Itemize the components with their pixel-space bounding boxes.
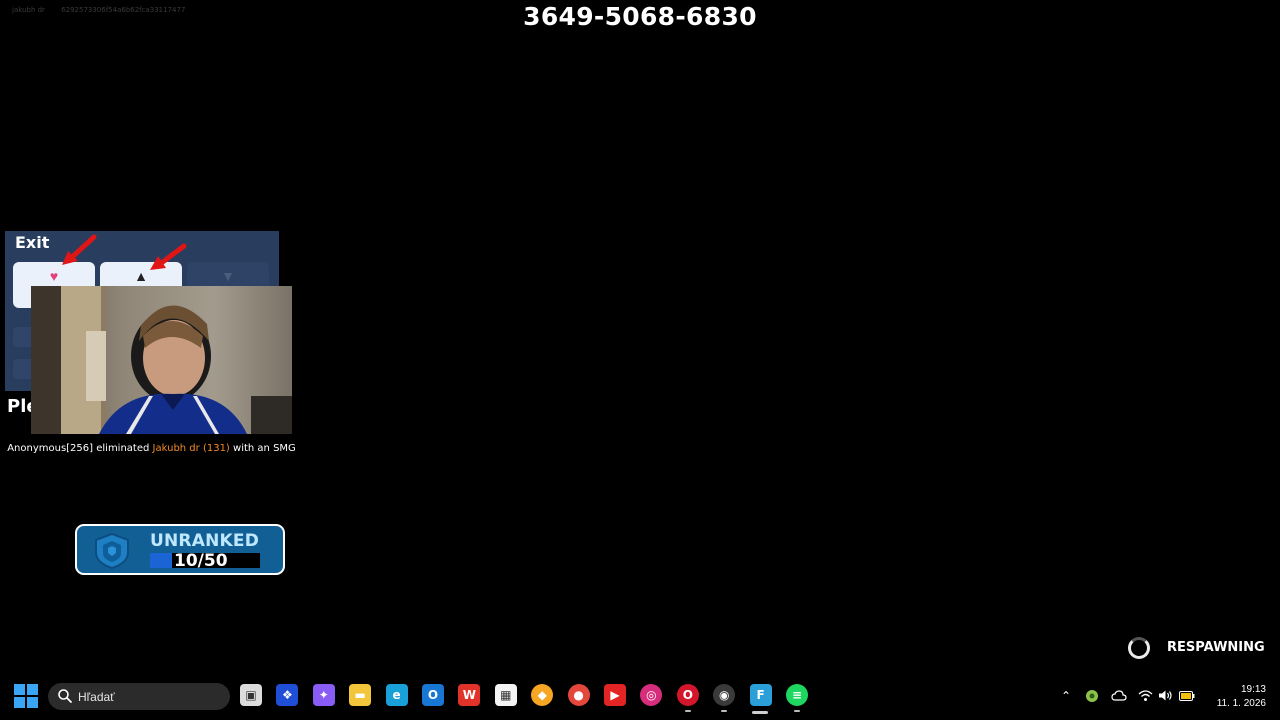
active-app-indicator xyxy=(752,711,768,714)
cloud-sync-icon[interactable] xyxy=(1111,689,1127,703)
task-view-icon[interactable]: ▣ xyxy=(240,684,262,706)
battery-icon[interactable] xyxy=(1179,691,1195,701)
thumbs-down-icon: ▼ xyxy=(221,268,235,284)
rank-label: UNRANKED xyxy=(150,531,260,551)
respawn-indicator: RESPAWNING xyxy=(1128,636,1268,659)
webcam-image xyxy=(31,286,292,434)
volume-icon[interactable] xyxy=(1158,689,1173,702)
chrome-icon[interactable]: ● xyxy=(567,684,590,706)
rank-shield-icon xyxy=(95,532,129,570)
tray-app-icon[interactable] xyxy=(1085,689,1099,703)
system-clock[interactable]: 19:13 11. 1. 2026 xyxy=(1196,683,1266,711)
red-arrow-icon xyxy=(62,234,97,265)
search-placeholder: Hľadať xyxy=(78,690,115,704)
wifi-icon[interactable] xyxy=(1138,689,1153,702)
opera-gx-icon[interactable]: O xyxy=(676,684,699,706)
running-indicator xyxy=(684,710,691,712)
kill-weapon: with an SMG xyxy=(233,443,296,454)
respawn-label: RESPAWNING xyxy=(1167,640,1265,655)
rank-progress-text: 10/50 xyxy=(174,551,228,571)
exit-button[interactable]: Exit xyxy=(15,233,49,252)
spotify-icon[interactable]: ≡ xyxy=(786,684,808,706)
wps-office-icon[interactable]: W xyxy=(458,684,481,706)
kill-feed-entry: Anonymous[256] eliminated Jakubh dr (131… xyxy=(0,443,303,454)
kill-verb: eliminated xyxy=(96,443,150,454)
fortnite-icon[interactable]: F xyxy=(749,684,772,706)
loading-spinner-icon xyxy=(1128,637,1150,659)
heart-icon: ♥ xyxy=(49,268,59,284)
edge-icon[interactable]: e xyxy=(385,684,408,706)
chevron-up-icon[interactable]: ⌃ xyxy=(1059,689,1073,703)
outlook-icon[interactable]: O xyxy=(422,684,444,706)
brave-icon[interactable]: ◆ xyxy=(531,684,554,706)
killer-name: Anonymous[256] xyxy=(7,443,94,454)
red-arrow-icon xyxy=(150,243,187,270)
webcam-overlay xyxy=(31,286,292,434)
copilot-icon[interactable]: ✦ xyxy=(312,684,335,706)
microsoft-store-icon[interactable]: ▦ xyxy=(494,684,517,706)
file-explorer-icon[interactable]: ▬ xyxy=(349,684,372,706)
rank-badge: UNRANKED 10/50 xyxy=(75,524,285,575)
youtube-icon[interactable]: ▶ xyxy=(604,684,626,706)
obs-icon[interactable]: ◉ xyxy=(713,684,736,706)
taskbar: Hľadať ▣ ❖ ✦ ▬ e O W ▦ ◆ ● ▶ ◎ O ◉ F ≡ ⌃ 19:13 11. xyxy=(0,672,1280,720)
rank-progress-fill xyxy=(150,553,172,568)
start-button[interactable] xyxy=(14,684,38,708)
instagram-icon[interactable]: ◎ xyxy=(640,684,663,706)
running-indicator xyxy=(721,710,728,712)
map-code: 3649-5068-6830 xyxy=(523,2,757,31)
running-indicator xyxy=(794,710,800,712)
victim-name: Jakubh dr (131) xyxy=(152,443,230,454)
taskbar-search[interactable]: Hľadať xyxy=(48,683,230,710)
game-screen: jakubh dr 6292573306f54a6b62fca33117477 … xyxy=(0,0,1280,720)
clock-date: 11. 1. 2026 xyxy=(1216,698,1266,709)
search-icon xyxy=(58,689,72,703)
clock-time: 19:13 xyxy=(1240,684,1266,695)
dropbox-icon[interactable]: ❖ xyxy=(276,684,299,706)
windows-logo-icon xyxy=(14,684,25,695)
